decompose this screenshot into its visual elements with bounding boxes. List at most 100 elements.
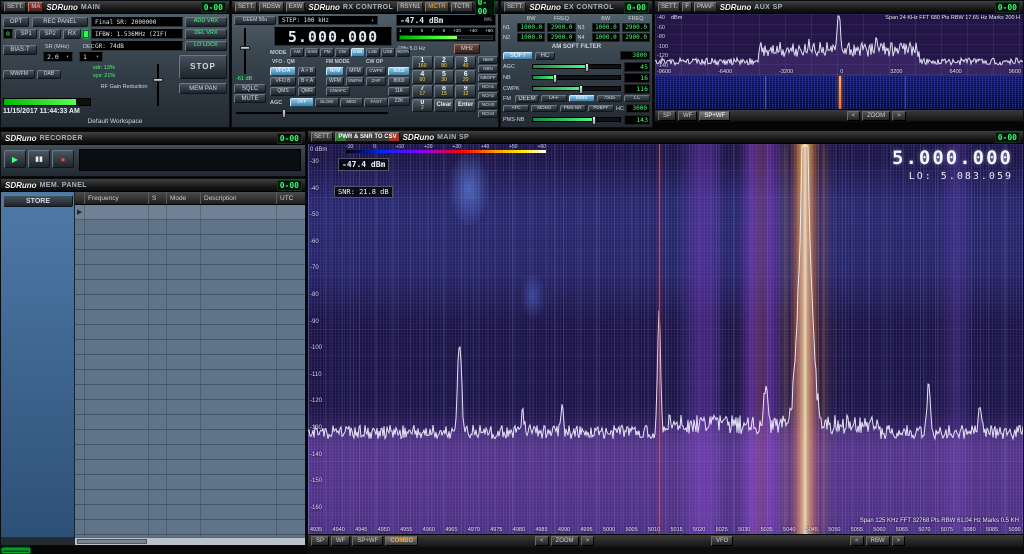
qmr-button[interactable]: QMR: [298, 87, 316, 96]
aux-zoom-out-button[interactable]: <: [846, 110, 861, 121]
filter-button-22k[interactable]: 22K: [388, 97, 410, 106]
notch-freq-value[interactable]: 2900.0: [547, 23, 576, 32]
ex-sett-button[interactable]: SETT.: [504, 2, 527, 12]
cwafc-button[interactable]: CWAFC: [326, 87, 350, 96]
dec-dropdown[interactable]: 1 ▾: [79, 52, 103, 62]
rf-gain-slider[interactable]: [153, 64, 163, 106]
main-ma-button[interactable]: MA: [28, 2, 44, 12]
vfo-a-button[interactable]: VFO A: [270, 67, 296, 76]
ex-window-controls[interactable]: 0-00: [623, 1, 649, 13]
mfm-button[interactable]: MFM: [346, 67, 364, 76]
aux-f-button[interactable]: F: [682, 2, 693, 12]
button-nboff[interactable]: NBOFF: [478, 74, 498, 82]
slider-track[interactable]: [532, 63, 621, 72]
exw-button[interactable]: EXW: [285, 2, 306, 12]
mem-table-row[interactable]: [75, 385, 305, 400]
squelch-thumb[interactable]: [240, 46, 250, 50]
mode-button-am[interactable]: AM: [290, 48, 305, 57]
mode-button-sam[interactable]: SAM: [305, 48, 320, 57]
msp-view-sp[interactable]: SP: [311, 536, 330, 546]
keypad-9-button[interactable]: 9 12: [455, 84, 476, 98]
vfo-button[interactable]: VFO: [710, 536, 734, 546]
keypad-5-button[interactable]: 5 30: [433, 70, 455, 84]
aux-view-sp[interactable]: SP: [658, 110, 677, 121]
soft-button[interactable]: SOFT: [503, 51, 533, 60]
main-sett-button[interactable]: SETT.: [4, 2, 27, 12]
mctr-button[interactable]: MCTR: [425, 2, 449, 12]
mainsp-window-controls[interactable]: 0-00: [994, 131, 1020, 143]
stop-button[interactable]: STOP: [179, 55, 227, 79]
mhz-button[interactable]: MHz: [454, 44, 480, 54]
squelch-slider[interactable]: [240, 28, 250, 74]
mem-table-row[interactable]: [75, 340, 305, 355]
del-vrx-button[interactable]: DEL VRX: [185, 29, 227, 39]
slider-thumb[interactable]: [552, 74, 557, 83]
play-button[interactable]: ▶: [4, 150, 26, 168]
main-window-controls[interactable]: 0-00: [200, 1, 226, 13]
mem-table-row[interactable]: [75, 325, 305, 340]
mem-table-row[interactable]: [75, 520, 305, 535]
notch-bw-value[interactable]: 1000.0: [591, 33, 620, 42]
tctr-button[interactable]: TCTR: [450, 2, 473, 12]
slider-thumb[interactable]: [578, 85, 583, 94]
mainsp-sett-button[interactable]: SETT.: [311, 132, 334, 142]
mem-table-row[interactable]: [75, 310, 305, 325]
hc-button[interactable]: HC: [535, 51, 555, 60]
mem-table-row[interactable]: [75, 430, 305, 445]
mode-button-dsb[interactable]: DSB: [350, 48, 365, 57]
mem-hscroll-thumb[interactable]: [77, 539, 147, 544]
rbw-down-button[interactable]: <: [850, 536, 864, 546]
slider-track[interactable]: [532, 85, 621, 94]
lo-lock-button[interactable]: LO LOCK: [185, 41, 227, 51]
deem-toggle-button[interactable]: DEEM: [515, 94, 539, 103]
mode-button-usb[interactable]: USB: [380, 48, 395, 57]
rbw-up-button[interactable]: >: [891, 536, 906, 546]
mem-table-row[interactable]: [75, 400, 305, 415]
sp2-button[interactable]: SP2: [39, 29, 61, 39]
pwr-snr-csv-button[interactable]: PWR & SNR TO CSV: [335, 132, 400, 142]
button-nbn[interactable]: NBN: [478, 65, 498, 73]
aux-view-sp-wf[interactable]: SP+WF: [699, 110, 731, 121]
wfm-button[interactable]: WFM: [326, 77, 344, 86]
filter-button-6000[interactable]: 6000: [388, 67, 410, 76]
qms-button[interactable]: QMS: [270, 87, 296, 96]
b-to-a-button[interactable]: B < A: [298, 77, 316, 86]
zap-button[interactable]: ZAP: [366, 77, 386, 86]
button-mono[interactable]: MONO: [531, 105, 558, 112]
aux-view-wf[interactable]: WF: [678, 110, 698, 121]
store-button[interactable]: STORE: [3, 195, 73, 207]
mem-table-row[interactable]: [75, 250, 305, 265]
aux-spectrum-display[interactable]: dBm Span 24 KHz FFT 680 Pts RBW 17.65 Hz…: [655, 14, 1023, 109]
volume-thumb[interactable]: [282, 109, 286, 118]
notch-bw-value[interactable]: 1000.0: [517, 23, 546, 32]
keypad-enter-button[interactable]: Enter: [455, 98, 476, 112]
dab-button[interactable]: DAB: [37, 70, 61, 79]
mem-table-row[interactable]: [75, 505, 305, 520]
sqlc-button[interactable]: SQLC: [234, 84, 266, 93]
rec-panel-button[interactable]: REC PANEL: [32, 17, 88, 27]
mem-pan-button[interactable]: MEM PAN: [179, 83, 227, 94]
vfo-cursor-line[interactable]: [659, 144, 660, 534]
sr-dropdown[interactable]: 2.0 ▾: [43, 52, 73, 62]
aux-window-controls[interactable]: 0-00: [994, 1, 1020, 13]
button-nbw[interactable]: NBW: [478, 56, 498, 64]
keypad-2-button[interactable]: 2 80: [433, 56, 455, 70]
mem-table-row[interactable]: [75, 235, 305, 250]
keypad-0-button[interactable]: 02: [412, 98, 433, 112]
msp-view-wf[interactable]: WF: [331, 536, 351, 546]
mem-table-row[interactable]: [75, 460, 305, 475]
slider-track[interactable]: [532, 74, 621, 83]
filter-button-8000[interactable]: 8000: [388, 77, 410, 86]
keypad-3-button[interactable]: 3 40: [455, 56, 476, 70]
aux-sett-button[interactable]: SETT.: [658, 2, 681, 12]
mwfm-button[interactable]: MW/FM: [3, 70, 35, 79]
button-pms-nr[interactable]: PMS-NR: [559, 105, 586, 112]
notch-freq-value[interactable]: 2900.0: [621, 23, 650, 32]
swfm-button[interactable]: SWFM: [346, 77, 364, 86]
mem-table-row[interactable]: [75, 280, 305, 295]
add-vrx-button[interactable]: ADD VRX: [185, 17, 227, 27]
mode-button-digital[interactable]: DIGITAL: [395, 48, 410, 57]
agc-fast-button[interactable]: FAST: [364, 98, 388, 107]
deem-lc-button[interactable]: LC: [624, 95, 650, 102]
zoom-in-button[interactable]: >: [580, 536, 595, 546]
